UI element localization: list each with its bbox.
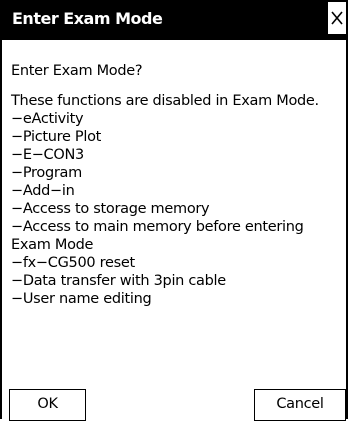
ok-button[interactable]: OK [9, 389, 86, 421]
disabled-function-item: −Access to main memory before entering E… [11, 219, 304, 253]
disabled-function-item: −E−CON3 [11, 147, 84, 163]
dialog-title-bar: Enter Exam Mode [2, 0, 346, 40]
dialog-question: Enter Exam Mode? [11, 63, 143, 79]
dialog-message: Enter Exam Mode? These functions are dis… [11, 50, 341, 308]
close-icon [331, 11, 343, 25]
disabled-function-item: −fx−CG500 reset [11, 255, 135, 271]
disabled-function-item: −Access to storage memory [11, 201, 210, 217]
disabled-functions-list: −eActivity −Picture Plot −E−CON3 −Program −A… [11, 110, 341, 308]
close-button[interactable] [328, 2, 346, 34]
disabled-functions-intro: These functions are disabled in Exam Mod… [11, 93, 319, 109]
disabled-function-item: −eActivity [11, 111, 84, 127]
exam-mode-dialog: Enter Exam Mode Enter Exam Mode? These f… [0, 0, 348, 421]
disabled-function-item: −Picture Plot [11, 129, 102, 145]
disabled-function-item: −Data transfer with 3pin cable [11, 273, 226, 289]
disabled-function-item: −Add−in [11, 183, 75, 199]
disabled-function-item: −User name editing [11, 291, 152, 307]
dialog-title: Enter Exam Mode [12, 9, 163, 28]
cancel-button[interactable]: Cancel [254, 389, 346, 421]
disabled-function-item: −Program [11, 165, 82, 181]
